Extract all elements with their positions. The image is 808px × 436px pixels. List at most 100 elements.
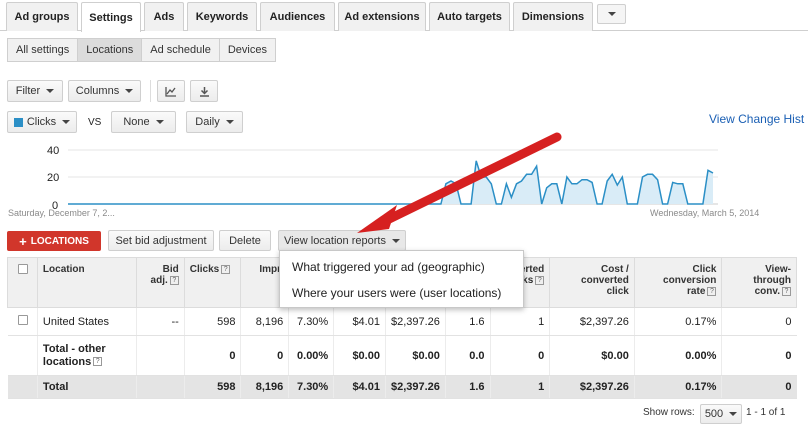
col-view-through-conv[interactable]: View-through conv.? <box>721 257 797 308</box>
location-cell: Total - other locations? <box>36 335 137 376</box>
select-all-cell <box>7 257 38 308</box>
help-icon[interactable]: ? <box>93 357 103 367</box>
pagination-text: 1 - 1 of 1 <box>746 407 786 418</box>
avg-pos-cell: 1.6 <box>444 307 491 336</box>
header-cost-conv-line2: converted <box>581 275 629 286</box>
help-icon[interactable]: ? <box>169 275 179 285</box>
subtab-locations[interactable]: Locations <box>77 38 143 62</box>
header-view-through-line2: through <box>753 275 791 286</box>
total-cost-per-conv: $2,397.26 <box>549 375 635 399</box>
rows-per-page-value: 500 <box>704 408 724 420</box>
select-all-checkbox[interactable] <box>18 264 28 274</box>
locations-button-label: LOCATIONS <box>30 235 89 247</box>
view-change-history-link[interactable]: View Change Hist <box>709 112 804 126</box>
vs-label: VS <box>88 117 102 128</box>
arrow-head <box>357 205 397 233</box>
total-row: Total 598 8,196 7.30% $4.01 $2,397.26 1.… <box>7 375 797 399</box>
tab-audiences[interactable]: Audiences <box>260 2 335 31</box>
col-location[interactable]: Location <box>36 257 138 308</box>
y-tick-40: 40 <box>47 145 60 157</box>
chart-toggle-button[interactable] <box>157 80 185 102</box>
rows-per-page-select[interactable]: 500 <box>700 404 742 424</box>
tab-ad-groups[interactable]: Ad groups <box>6 2 78 31</box>
subtab-ad-schedule[interactable]: Ad schedule <box>141 38 220 62</box>
row-select-cell <box>7 307 38 336</box>
header-click-conv-line3: rate <box>687 286 706 297</box>
series-color-swatch <box>13 117 23 127</box>
subtab-devices[interactable]: Devices <box>218 38 276 62</box>
delete-button[interactable]: Delete <box>219 230 271 251</box>
view-through-cell: 0 <box>721 307 797 336</box>
chevron-down-icon <box>225 120 234 124</box>
subtab-all-settings[interactable]: All settings <box>7 38 79 62</box>
other-locations-line2: locations <box>42 355 92 368</box>
metric-label: Clicks <box>26 116 57 128</box>
tab-keywords[interactable]: Keywords <box>187 2 257 31</box>
download-button[interactable] <box>190 80 218 102</box>
chevron-down-icon <box>155 120 164 124</box>
sub-tab-bar: All settings Locations Ad schedule Devic… <box>7 38 276 62</box>
row-checkbox[interactable] <box>17 315 28 325</box>
avg-pos-cell: 0.0 <box>444 335 491 376</box>
header-bid-line2: adj. <box>150 275 168 286</box>
conv-rate-cell: 0.17% <box>633 307 722 336</box>
tab-dimensions[interactable]: Dimensions <box>513 2 593 31</box>
tab-settings[interactable]: Settings <box>81 2 141 32</box>
line-chart-icon <box>165 86 176 97</box>
metric-dropdown[interactable]: Clicks <box>7 111 77 133</box>
help-icon[interactable]: ? <box>782 286 791 296</box>
arrow-shaft <box>372 132 562 230</box>
tab-ad-extensions[interactable]: Ad extensions <box>338 2 426 31</box>
show-rows-label: Show rows: <box>643 407 695 418</box>
set-bid-adjustment-button[interactable]: Set bid adjustment <box>108 230 214 251</box>
columns-dropdown[interactable]: Columns <box>68 80 141 102</box>
add-locations-button[interactable]: + LOCATIONS <box>7 231 101 251</box>
cost-per-conv-cell: $0.00 <box>549 335 635 376</box>
total-bid-adj <box>136 375 185 399</box>
header-view-through-line3: conv. <box>754 286 780 297</box>
bid-adj-cell <box>136 335 185 376</box>
cost-cell: $0.00 <box>384 335 446 376</box>
total-label: Total <box>36 375 137 399</box>
chevron-down-icon <box>729 412 738 416</box>
avg-cpc-cell: $4.01 <box>333 307 386 336</box>
y-tick-20: 20 <box>47 172 60 184</box>
menu-item-geographic[interactable]: What triggered your ad (geographic) <box>292 260 485 274</box>
plus-icon: + <box>19 233 27 249</box>
header-clicks: Clicks <box>189 264 220 275</box>
top-tab-bar: Ad groups Settings Ads Keywords Audience… <box>0 0 808 32</box>
tab-ads[interactable]: Ads <box>144 2 184 31</box>
col-bid-adj[interactable]: Bid adj.? <box>136 257 185 308</box>
total-avg-pos: 1.6 <box>444 375 491 399</box>
chevron-down-icon <box>607 12 616 16</box>
tab-auto-targets[interactable]: Auto targets <box>429 2 510 31</box>
help-icon[interactable]: ? <box>221 264 231 274</box>
other-locations-line1: Total - other <box>42 342 106 355</box>
header-view-through: View- <box>765 264 791 275</box>
menu-item-user-locations[interactable]: Where your users were (user locations) <box>292 286 501 300</box>
location-reports-menu: What triggered your ad (geographic) Wher… <box>279 250 524 308</box>
col-cost-per-converted-click[interactable]: Cost / converted click <box>549 257 635 308</box>
help-icon[interactable]: ? <box>535 275 545 285</box>
total-view-through: 0 <box>721 375 797 399</box>
impr-cell: 8,196 <box>240 307 289 336</box>
help-icon[interactable]: ? <box>707 286 717 296</box>
total-cost: $2,397.26 <box>384 375 446 399</box>
location-cell[interactable]: United States <box>36 307 137 336</box>
x-start-label: Saturday, December 7, 2... <box>8 208 115 218</box>
x-end-label: Wednesday, March 5, 2014 <box>650 208 760 218</box>
header-bid: Bid <box>162 264 179 275</box>
row-select-cell <box>7 335 38 376</box>
cost-per-conv-cell: $2,397.26 <box>549 307 635 336</box>
total-conv-rate: 0.17% <box>633 375 722 399</box>
col-clicks[interactable]: Clicks? <box>183 257 242 308</box>
period-dropdown[interactable]: Daily <box>186 111 243 133</box>
more-tabs-button[interactable] <box>597 4 626 24</box>
view-through-cell: 0 <box>721 335 797 376</box>
divider <box>150 80 151 102</box>
filter-dropdown[interactable]: Filter <box>7 80 63 102</box>
compare-dropdown[interactable]: None <box>111 111 176 133</box>
row-select-cell <box>7 375 38 399</box>
col-click-conversion-rate[interactable]: Click conversion rate? <box>633 257 723 308</box>
bid-adj-cell[interactable]: -- <box>136 307 185 336</box>
